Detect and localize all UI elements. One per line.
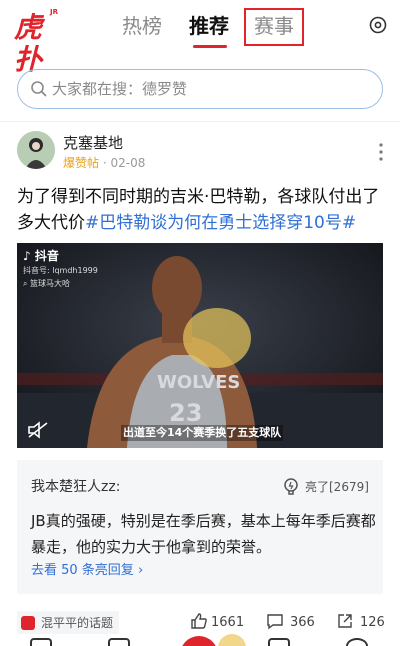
mute-icon[interactable]: [27, 421, 49, 439]
ball-icon[interactable]: [369, 16, 387, 34]
post-date: 02-08: [110, 156, 146, 170]
author-avatar[interactable]: [17, 131, 55, 169]
more-options-icon[interactable]: [379, 143, 383, 161]
bottom-nav: [0, 634, 400, 646]
view-replies-label: 去看 50 条亮回复: [31, 563, 134, 578]
bulb-icon[interactable]: [283, 478, 299, 496]
comment-icon[interactable]: [266, 612, 284, 630]
logo-tag: JR: [50, 8, 58, 16]
nav-message-icon[interactable]: [268, 638, 290, 646]
tab-recommend[interactable]: 推荐: [189, 12, 229, 40]
video-channel: ⌕ 篮球马大哈: [23, 279, 71, 288]
search-icon: [31, 81, 47, 97]
video-app-name: 抖音: [34, 249, 59, 263]
share-count: 126: [360, 615, 385, 630]
video-player[interactable]: WOLVES 23 ♪ 抖音 抖音号: lqmdh1999 ⌕ 篮球马大哈 出道…: [17, 243, 383, 448]
video-account-id: 抖音号: lqmdh1999: [23, 266, 98, 275]
svg-text:WOLVES: WOLVES: [157, 372, 240, 393]
highlight-box: [244, 8, 304, 46]
tab-hot[interactable]: 热榜: [122, 12, 162, 40]
topic-name: 混平平的话题: [41, 616, 114, 630]
topic-badge[interactable]: 混平平的话题: [17, 611, 120, 635]
nav-mascot-icon: [218, 634, 246, 646]
view-replies-link[interactable]: 去看 50 条亮回复 ›: [31, 562, 143, 580]
post-title[interactable]: 为了得到不同时期的吉米·巴特勒，各球队付出了多大代价#巴特勒谈为何在勇士选择穿1…: [17, 184, 387, 236]
thumbs-up-icon[interactable]: [190, 612, 208, 630]
comment-user[interactable]: 我本楚狂人zz:: [31, 477, 120, 497]
nav-community-icon[interactable]: [108, 638, 130, 646]
logo-text: 虎扑: [14, 11, 42, 76]
comment-likes: 亮了[2679]: [305, 480, 369, 494]
share-icon[interactable]: [336, 612, 354, 630]
post-topic-link[interactable]: #巴特勒谈为何在勇士选择穿10号#: [85, 213, 356, 233]
post-meta: 爆赞帖 · 02-08: [63, 155, 145, 171]
search-placeholder: 大家都在搜：德罗赞: [52, 80, 188, 98]
nav-profile-icon[interactable]: [346, 638, 368, 646]
author-name[interactable]: 克塞基地: [63, 133, 123, 153]
hot-comment-card[interactable]: 我本楚狂人zz: 亮了[2679] JB真的强硬，特别是在季后赛，基本上每年季后…: [17, 460, 383, 594]
topic-icon: [21, 616, 35, 630]
video-caption: 出道至今14个赛季换了五支球队: [121, 425, 284, 441]
top-bar: 虎扑 JR 热榜 推荐 赛事: [0, 0, 400, 76]
search-bar[interactable]: 大家都在搜：德罗赞: [17, 69, 383, 109]
video-channel-name: 篮球马大哈: [30, 279, 71, 288]
video-app-label: ♪ 抖音: [23, 249, 59, 263]
app-logo[interactable]: 虎扑 JR: [14, 6, 62, 76]
nav-center-button[interactable]: [180, 636, 218, 646]
comment-count: 366: [290, 615, 315, 630]
active-tab-indicator: [193, 45, 227, 48]
svg-text:23: 23: [169, 399, 202, 427]
post-source: 爆赞帖: [63, 156, 100, 170]
nav-home-icon[interactable]: [30, 638, 52, 646]
divider: [0, 121, 400, 122]
comment-text: JB真的强硬，特别是在季后赛，基本上每年季后赛都暴走，他的实力大于他拿到的荣誉。: [31, 512, 376, 556]
like-count: 1661: [211, 615, 245, 630]
